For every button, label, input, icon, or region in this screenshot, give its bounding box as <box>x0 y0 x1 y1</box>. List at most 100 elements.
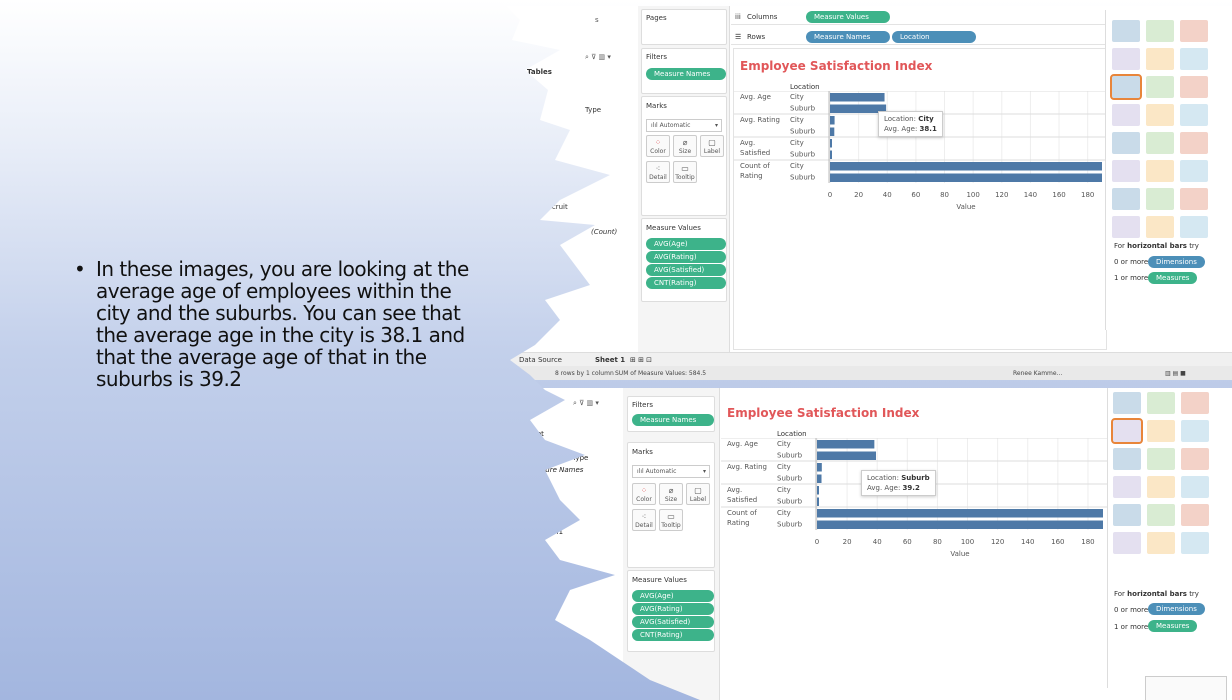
field-item[interactable]: Job Level <box>529 516 561 524</box>
show-me-chart-option[interactable] <box>1180 188 1208 210</box>
mv-pill-avg-satisfied[interactable]: AVG(Satisfied) <box>632 616 714 628</box>
size-button[interactable]: ⌀ Size <box>673 135 697 157</box>
show-me-chart-option[interactable] <box>1113 448 1141 470</box>
show-me-chart-option[interactable] <box>1146 188 1174 210</box>
show-me-chart-option[interactable] <box>1180 104 1208 126</box>
x-tick-label: 20 <box>843 538 852 546</box>
filter-pill-measure-names[interactable]: Measure Names <box>632 414 714 426</box>
show-me-chart-option[interactable] <box>1146 160 1174 182</box>
show-me-chart-option[interactable] <box>1112 160 1140 182</box>
show-me-chart-option[interactable] <box>1112 104 1140 126</box>
rows-pill-measure-names[interactable]: Measure Names <box>806 31 890 43</box>
columns-pill-measure-values[interactable]: Measure Values <box>806 11 890 23</box>
marks-card: Marks ılıl Automatic ▾ ⁘ Color ⌀ Size ▢ Lab… <box>627 442 715 568</box>
show-me-chart-option[interactable] <box>1113 504 1141 526</box>
tooltip-button[interactable]: ▭ Tooltip <box>659 509 683 531</box>
mv-pill-cnt-rating[interactable]: CNT(Rating) <box>632 629 714 641</box>
field-item[interactable]: Location <box>527 442 557 450</box>
location-label: Suburb <box>790 174 816 182</box>
show-me-chart-option[interactable] <box>1111 418 1143 444</box>
mv-pill-cnt-rating[interactable]: CNT(Rating) <box>646 277 726 289</box>
mv-pill-avg-age[interactable]: AVG(Age) <box>646 238 726 250</box>
show-me-chart-option[interactable] <box>1112 20 1140 42</box>
show-me-chart-option[interactable] <box>1181 448 1209 470</box>
show-me-chart-option[interactable] <box>1147 392 1175 414</box>
field-item[interactable]: t Type1 <box>529 554 555 562</box>
show-me-chart-option[interactable] <box>1112 132 1140 154</box>
show-me-chart-option[interactable] <box>1113 476 1141 498</box>
mark-type-select[interactable]: ılıl Automatic ▾ <box>632 465 710 478</box>
mv-pill-avg-rating[interactable]: AVG(Rating) <box>632 603 714 615</box>
show-me-chart-option[interactable] <box>1181 532 1209 554</box>
show-me-chart-option[interactable] <box>1180 76 1208 98</box>
mv-pill-avg-age[interactable]: AVG(Age) <box>632 590 714 602</box>
show-me-chart-option[interactable] <box>1147 448 1175 470</box>
detail-button[interactable]: ⁖ Detail <box>632 509 656 531</box>
show-me-chart-option[interactable] <box>1181 420 1209 442</box>
field-item[interactable]: (Count) <box>529 578 555 586</box>
field-item[interactable]: Dept <box>527 430 544 438</box>
show-me-chart-option[interactable] <box>1180 160 1208 182</box>
field-item[interactable]: es <box>529 590 537 598</box>
show-me-chart-option[interactable] <box>1113 532 1141 554</box>
tab-sheet-1[interactable]: Sheet 1 <box>595 356 625 364</box>
save-icon[interactable]: ▣ <box>510 56 517 64</box>
rows-pill-location[interactable]: Location <box>892 31 976 43</box>
search-icon[interactable]: ⌕ ⊽ ▥ ▾ <box>573 399 599 408</box>
location-label: Suburb <box>777 475 803 483</box>
field-count-fragment[interactable]: (Count) <box>591 228 617 236</box>
filter-pill-measure-names[interactable]: Measure Names <box>646 68 726 80</box>
detail-button[interactable]: ⁖ Detail <box>646 161 670 183</box>
show-me-chart-option[interactable] <box>1146 216 1174 238</box>
show-me-chart-option[interactable] <box>1147 476 1175 498</box>
show-me-chart-option[interactable] <box>1180 132 1208 154</box>
size-button[interactable]: ⌀ Size <box>659 483 683 505</box>
show-me-chart-option[interactable] <box>1112 188 1140 210</box>
tooltip-button[interactable]: ▭ Tooltip <box>673 161 697 183</box>
show-me-chart-option[interactable] <box>1147 532 1175 554</box>
bar-6 <box>830 150 832 159</box>
field-item[interactable]: Dept1 <box>527 492 548 500</box>
field-recruit-fragment[interactable]: Recruit <box>543 203 568 211</box>
mark-type-select[interactable]: ılıl Automatic ▾ <box>646 119 722 132</box>
show-me-chart-option[interactable] <box>1180 20 1208 42</box>
show-me-chart-option[interactable] <box>1180 48 1208 70</box>
show-me-chart-option[interactable] <box>1146 76 1174 98</box>
show-me-chart-option[interactable] <box>1181 504 1209 526</box>
show-me-chart-option[interactable] <box>1146 132 1174 154</box>
tab-data-source[interactable]: Data Source <box>519 356 562 364</box>
search-icon[interactable]: ⌕ ⊽ ▥ ▾ <box>585 53 611 62</box>
mv-pill-avg-rating[interactable]: AVG(Rating) <box>646 251 726 263</box>
show-me-chart-option[interactable] <box>1110 74 1142 100</box>
show-me-chart-option[interactable] <box>1146 20 1174 42</box>
show-me-chart-option[interactable] <box>1113 392 1141 414</box>
show-me-chart-option[interactable] <box>1112 48 1140 70</box>
field-item[interactable]: Recruitment Type <box>527 454 588 462</box>
color-button[interactable]: ⁘ Color <box>646 135 670 157</box>
x-tick-label: 80 <box>940 191 949 199</box>
show-me-chart-option[interactable] <box>1147 504 1175 526</box>
show-me-chart-option[interactable] <box>1147 420 1175 442</box>
field-item[interactable]: Measure Names <box>527 466 583 474</box>
field-type-fragment[interactable]: Type <box>585 106 601 114</box>
mv-pill-avg-satisfied[interactable]: AVG(Satisfied) <box>646 264 726 276</box>
show-me-chart-option[interactable] <box>1181 392 1209 414</box>
show-me-chart-option[interactable] <box>1180 216 1208 238</box>
status-sum: SUM of Measure Values: 584.5 <box>615 370 707 377</box>
status-user[interactable]: Renee Kamme... <box>1013 370 1062 377</box>
new-sheet-icon[interactable]: ⊞ ⊞ ⊡ <box>630 356 652 364</box>
view-toggle-icons[interactable]: ▥ ▤ ■ <box>1165 370 1186 377</box>
label-button[interactable]: ▢ Label <box>686 483 710 505</box>
marks-label: Marks <box>646 102 667 110</box>
bar-4 <box>817 474 822 483</box>
x-tick-label: 60 <box>903 538 912 546</box>
show-me-chart-option[interactable] <box>1146 48 1174 70</box>
label-button[interactable]: ▢ Label <box>700 135 724 157</box>
show-me-chart-option[interactable] <box>1112 216 1140 238</box>
show-me-chart-option[interactable] <box>1181 476 1209 498</box>
color-button[interactable]: ⁘ Color <box>632 483 656 505</box>
filters-label: Filters <box>632 401 653 409</box>
field-item[interactable]: Location1 <box>529 528 563 536</box>
field-item[interactable]: Age <box>527 480 541 488</box>
show-me-chart-option[interactable] <box>1146 104 1174 126</box>
